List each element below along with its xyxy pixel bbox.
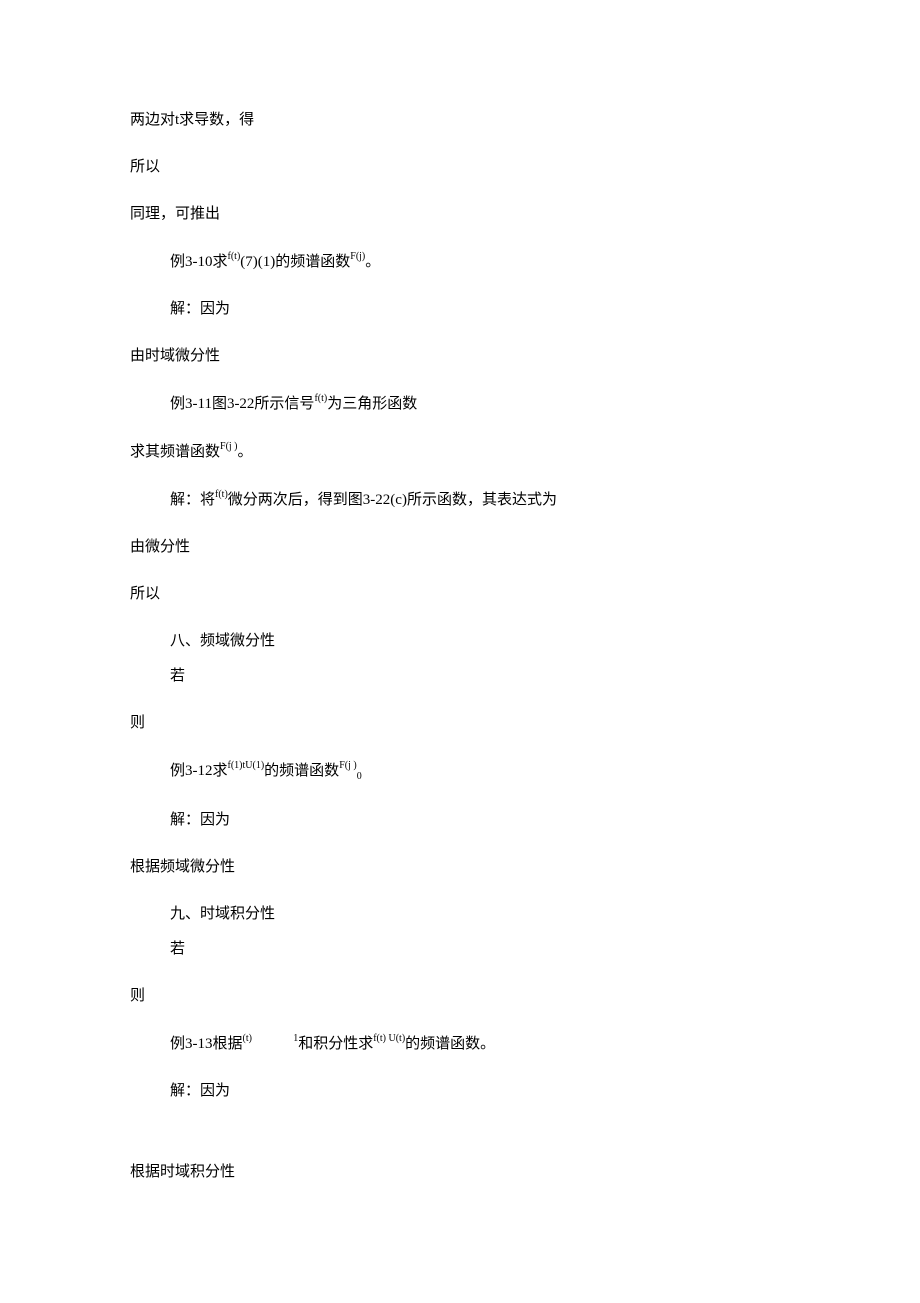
text-line: 根据频域微分性	[130, 857, 790, 878]
superscript: (t)	[243, 1033, 252, 1044]
superscript: tU(1)	[243, 760, 265, 771]
text-line: 所以	[130, 584, 790, 605]
superscript: f(t)	[228, 251, 241, 262]
text-line: 则	[130, 986, 790, 1007]
text-line: 解：因为	[130, 810, 790, 831]
text-line: 九、时域积分性	[130, 904, 790, 925]
text-line: 所以	[130, 157, 790, 178]
superscript: 1	[293, 1033, 298, 1044]
text-line: 由微分性	[130, 537, 790, 558]
document-page: 两边对t求导数，得 所以 同理，可推出 例3-10求f(t)(7)(1)的频谱函…	[0, 0, 920, 1303]
text: 的频谱函数。	[405, 1036, 495, 1052]
superscript: f(t)	[215, 489, 228, 500]
text-line: 两边对t求导数，得	[130, 110, 790, 131]
text: 和积分性求	[298, 1036, 373, 1052]
superscript: F(j )	[220, 441, 238, 452]
text: 为三角形函数	[327, 396, 417, 412]
superscript: F(j)	[350, 251, 365, 262]
text: 的频谱函数	[264, 763, 339, 779]
text-line: 解：将f(t)微分两次后，得到图3-22(c)所示函数，其表达式为	[130, 489, 790, 511]
text-line: 若	[130, 666, 790, 687]
text: 解：将	[170, 492, 215, 508]
text-line: 例3-11图3-22所示信号f(t)为三角形函数	[130, 393, 790, 415]
text-line: 例3-12求f(1)tU(1)的频谱函数F(j )0	[130, 760, 790, 784]
text-line: 则	[130, 713, 790, 734]
text: 例3-11图3-22所示信号	[170, 396, 314, 412]
text: 求其频谱函数	[130, 444, 220, 460]
superscript: f(t) U(t)	[373, 1033, 405, 1044]
text-line: 解：因为	[130, 1081, 790, 1102]
text-line: 八、频域微分性	[130, 631, 790, 652]
text: 。	[365, 254, 380, 270]
text: 例3-13根据	[170, 1036, 243, 1052]
superscript: F(j )	[339, 760, 357, 771]
superscript: f(t)	[314, 393, 327, 404]
text-line: 解：因为	[130, 299, 790, 320]
text-line: 例3-13根据(t) 1和积分性求f(t) U(t)的频谱函数。	[130, 1033, 790, 1055]
text	[252, 1036, 293, 1052]
text-line: 由时域微分性	[130, 346, 790, 367]
text-line: 根据时域积分性	[130, 1162, 790, 1183]
subscript: 0	[357, 771, 362, 782]
text: 。	[238, 444, 253, 460]
text-line: 若	[130, 939, 790, 960]
text-line: 例3-10求f(t)(7)(1)的频谱函数F(j)。	[130, 251, 790, 273]
text: (7)(1)的频谱函数	[240, 254, 350, 270]
text-line: 求其频谱函数F(j )。	[130, 441, 790, 463]
superscript: f(1)	[228, 760, 243, 771]
text: 例3-12求	[170, 763, 228, 779]
text: 微分两次后，得到图3-22(c)所示函数，其表达式为	[228, 492, 557, 508]
text-line: 同理，可推出	[130, 204, 790, 225]
text: 例3-10求	[170, 254, 228, 270]
